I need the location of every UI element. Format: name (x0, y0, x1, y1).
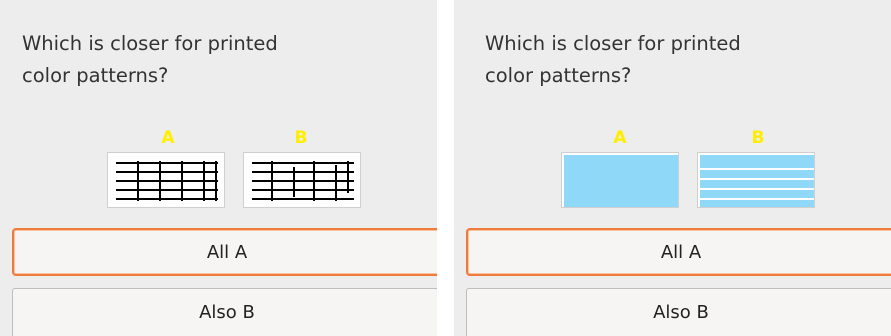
left-printer-screen: Which is closer for printed color patter… (0, 0, 437, 336)
cyan-bars-icon (700, 155, 814, 207)
also-b-button[interactable]: Also B (12, 288, 437, 336)
question-text: Which is closer for printed color patter… (22, 32, 278, 87)
panel-divider (437, 0, 454, 336)
grid-pattern-a-icon (116, 161, 218, 201)
pattern-b-cyan-bars (697, 152, 815, 208)
all-a-button[interactable]: All A (466, 228, 891, 276)
right-printer-screen: Which is closer for printed color patter… (454, 0, 891, 336)
pattern-b-label: B (294, 128, 308, 148)
all-a-button[interactable]: All A (12, 228, 437, 276)
pattern-a-black-grid (107, 152, 225, 208)
pattern-a-label: A (161, 128, 175, 148)
also-b-button[interactable]: Also B (466, 288, 891, 336)
grid-pattern-b-icon (252, 161, 354, 201)
question-text: Which is closer for printed color patter… (485, 32, 741, 87)
cyan-block-icon (564, 155, 678, 207)
pattern-b-black-grid (243, 152, 361, 208)
pattern-b-label: B (751, 128, 765, 148)
pattern-a-label: A (613, 128, 627, 148)
pattern-a-cyan-block (561, 152, 679, 208)
